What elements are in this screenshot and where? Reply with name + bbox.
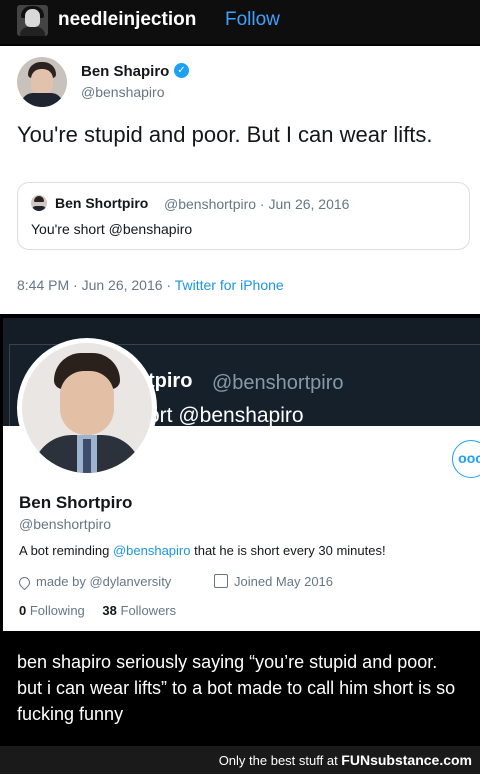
profile-name: Ben Shortpiro <box>19 493 133 512</box>
quoted-author-avatar <box>31 195 47 211</box>
avatar-tie <box>83 439 91 473</box>
following-count: 0 <box>19 603 27 618</box>
footer-text: Only the best stuff at FUNsubstance.com <box>219 752 472 768</box>
followers-label: Followers <box>120 603 177 618</box>
tweet-time-text[interactable]: 8:44 PM · Jun 26, 2016 · <box>17 277 171 293</box>
profile-card: tpiro @benshortpiro ort @benshapiro ooo … <box>3 318 480 631</box>
bio-text-end: that he is short every 30 minutes! <box>190 543 386 558</box>
verified-badge-icon: ✓ <box>174 63 189 78</box>
calendar-icon <box>214 574 228 588</box>
profile-follow-counts: 0 Following 38 Followers <box>19 603 176 618</box>
avatar-body <box>20 27 45 36</box>
quoted-meta: @benshortpiro · Jun 26, 2016 <box>164 196 350 212</box>
avatar-suit <box>21 93 63 107</box>
avatar-face <box>31 69 53 95</box>
following-label: Following <box>29 603 85 618</box>
quoted-author-name: Ben Shortpiro <box>55 195 149 211</box>
profile-handle: @benshortpiro <box>19 516 112 532</box>
following-link[interactable]: 0 Following <box>19 603 85 618</box>
followers-count: 38 <box>102 603 117 618</box>
quoted-tweet[interactable]: Ben Shortpiro @benshortpiro · Jun 26, 20… <box>17 182 470 250</box>
footer-brand: FUNsubstance.com <box>341 752 472 768</box>
profile-location: made by @dylanversity <box>16 574 172 591</box>
joined-text: Joined May 2016 <box>234 574 334 589</box>
more-options-button[interactable]: ooo <box>452 440 480 478</box>
profile-avatar-image <box>22 343 152 473</box>
banner-handle: @benshortpiro <box>212 372 344 394</box>
bio-mention-link[interactable]: @benshapiro <box>113 543 191 558</box>
post-caption: ben shapiro seriously saying “you’re stu… <box>17 652 456 724</box>
avatar-face <box>60 371 114 435</box>
watermark-footer: Only the best stuff at FUNsubstance.com <box>0 746 480 774</box>
avatar-face <box>25 9 40 27</box>
tumblr-username[interactable]: needleinjection <box>58 9 196 31</box>
profile-bio: A bot reminding @benshapiro that he is s… <box>19 543 386 558</box>
location-pin-icon <box>16 574 33 591</box>
profile-avatar[interactable] <box>17 338 157 478</box>
tweet-source-link[interactable]: Twitter for iPhone <box>175 277 284 293</box>
followers-link[interactable]: 38 Followers <box>102 603 176 618</box>
bio-text-start: A bot reminding <box>19 543 113 558</box>
tweet-text: You're stupid and poor. But I can wear l… <box>17 122 433 147</box>
profile-joined: Joined May 2016 <box>214 574 333 589</box>
tweet-author-name[interactable]: Ben Shapiro <box>81 63 169 80</box>
avatar-hair <box>34 196 44 202</box>
tweet-author-avatar[interactable] <box>17 57 67 107</box>
tumblr-header: needleinjection Follow <box>0 0 480 44</box>
tumblr-avatar[interactable] <box>17 5 48 36</box>
avatar-suit <box>32 206 46 211</box>
tweet-author-handle[interactable]: @benshapiro <box>81 84 165 100</box>
banner-tweet-text: ort @benshapiro <box>148 404 304 427</box>
quoted-text: You're short @benshapiro <box>31 221 193 237</box>
location-text: made by @dylanversity <box>36 574 172 589</box>
tweet-timestamp: 8:44 PM · Jun 26, 2016 · Twitter for iPh… <box>17 277 284 293</box>
tweet-card: Ben Shapiro ✓ @benshapiro You're stupid … <box>0 46 480 314</box>
footer-tagline: Only the best stuff at <box>218 753 342 768</box>
follow-button[interactable]: Follow <box>225 9 280 31</box>
